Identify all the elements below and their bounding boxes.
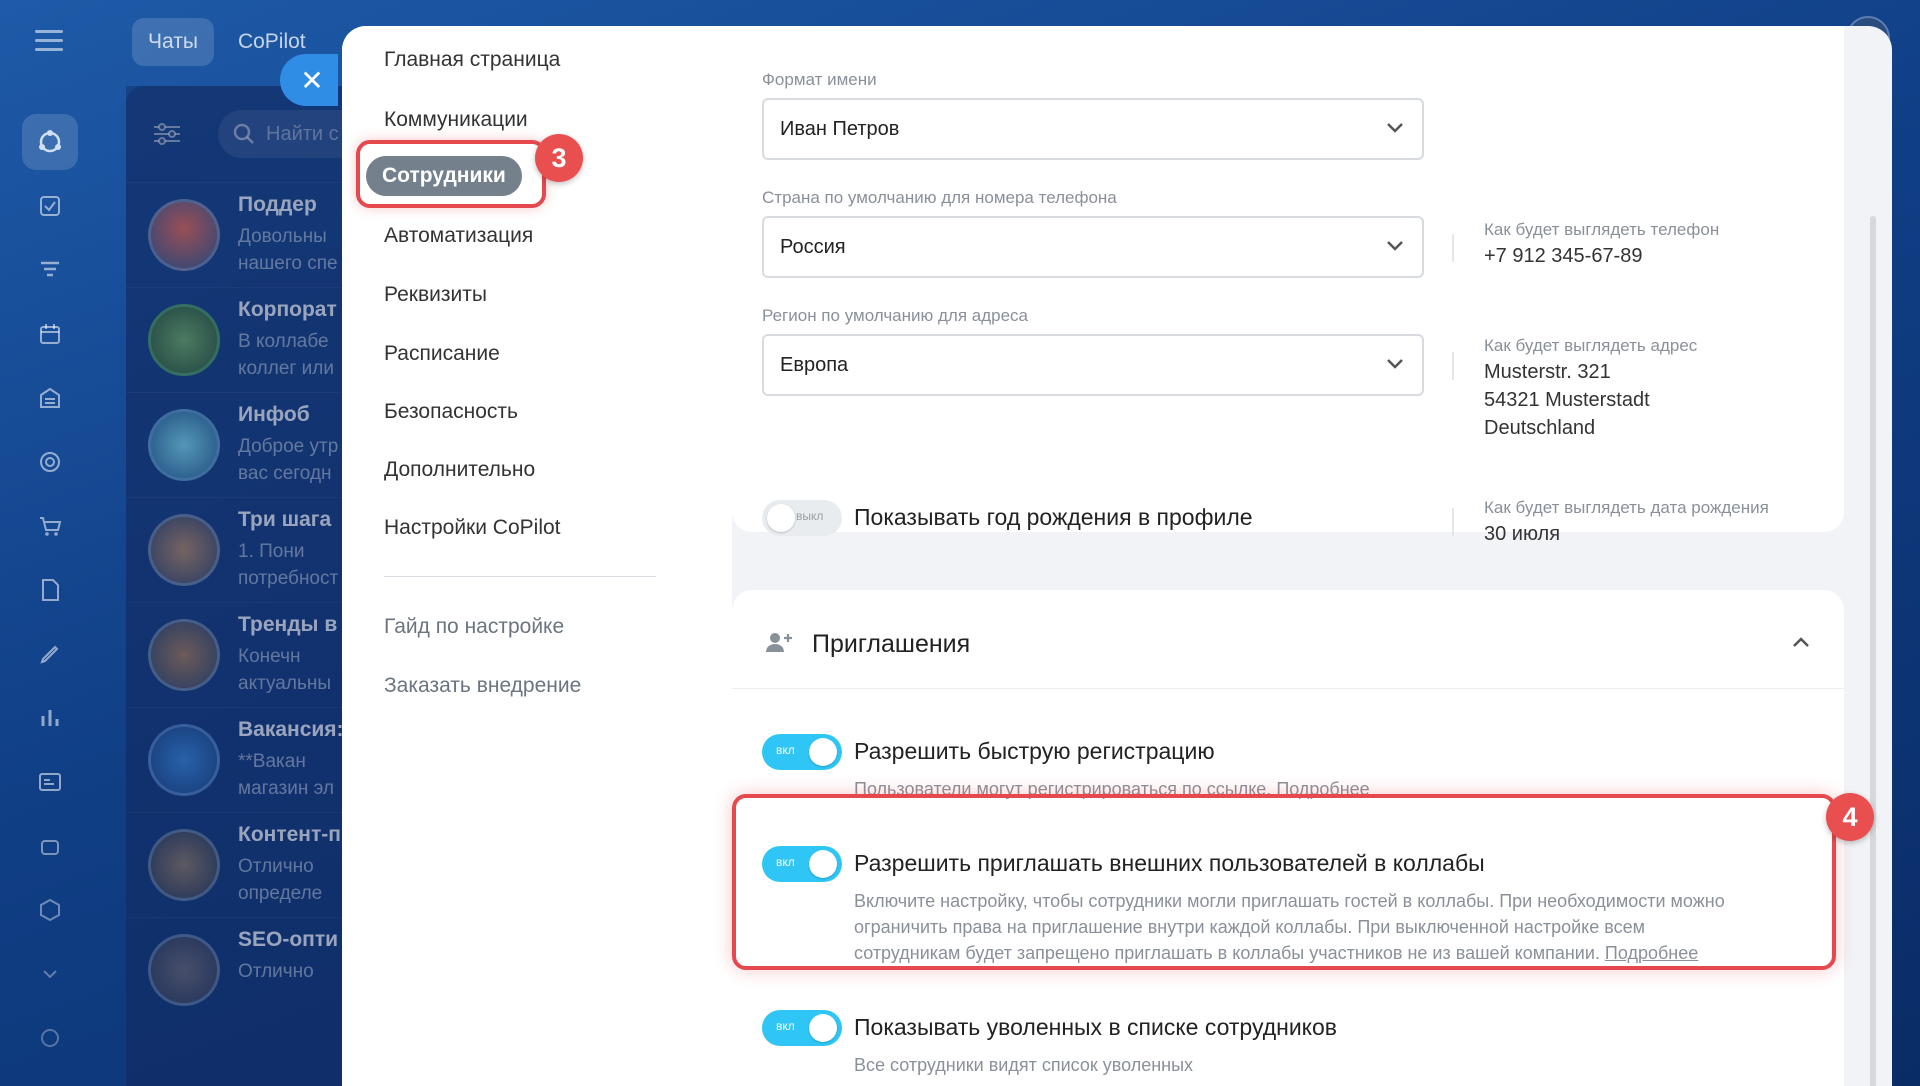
birthday-preview-value: 30 июля	[1484, 523, 1561, 545]
nav-copilot-settings[interactable]: Настройки CoPilot	[384, 516, 561, 540]
crm-rail-icon[interactable]	[22, 242, 78, 298]
cart-rail-icon[interactable]	[22, 498, 78, 554]
show-dismissed-toggle[interactable]: вкл	[762, 1010, 842, 1046]
hamburger-menu-icon[interactable]	[35, 30, 63, 52]
chevron-down-icon	[1387, 241, 1403, 251]
address-preview-line2: 54321 Musterstadt	[1484, 389, 1650, 411]
name-format-select[interactable]: Иван Петров	[762, 98, 1424, 160]
phone-country-value: Россия	[780, 236, 846, 258]
show-dismissed-title: Показывать уволенных в списке сотруднико…	[854, 1014, 1337, 1040]
nav-divider	[384, 576, 656, 577]
step-badge-4: 4	[1826, 793, 1874, 841]
invitations-title: Приглашения	[812, 630, 971, 658]
analytics-rail-icon[interactable]	[22, 690, 78, 746]
birthday-preview-label: Как будет выглядеть дата рождения	[1484, 498, 1769, 517]
show-dismissed-desc: Все сотрудники видят список уволенных	[854, 1055, 1194, 1075]
highlight-frame-3	[356, 140, 546, 208]
nav-setup-guide[interactable]: Гайд по настройке	[384, 615, 564, 639]
address-region-value: Европа	[780, 354, 849, 376]
contacts-rail-icon[interactable]	[22, 754, 78, 810]
name-format-label: Формат имени	[762, 70, 877, 89]
step-badge-3: 3	[535, 134, 583, 182]
divider	[1452, 352, 1454, 380]
chevron-down-icon	[1387, 359, 1403, 369]
nav-requisites[interactable]: Реквизиты	[384, 283, 487, 307]
divider	[1452, 508, 1454, 536]
phone-preview-value: +7 912 345-67-89	[1484, 245, 1643, 267]
left-rail	[0, 0, 100, 1086]
address-preview-label: Как будет выглядеть адрес	[1484, 336, 1698, 355]
store-rail-icon[interactable]	[22, 370, 78, 426]
quick-registration-toggle[interactable]: вкл	[762, 734, 842, 770]
address-preview-line1: Musterstr. 321	[1484, 361, 1611, 383]
chevron-up-icon[interactable]	[1792, 636, 1810, 648]
birthday-option-title: Показывать год рождения в профиле	[854, 504, 1253, 530]
close-icon: ✕	[300, 64, 324, 96]
highlight-frame-4	[732, 794, 1836, 970]
general-settings-card: Формат имени Иван Петров Страна по умолч…	[732, 26, 1844, 545]
docs-rail-icon[interactable]	[22, 562, 78, 618]
address-region-select[interactable]: Европа	[762, 334, 1424, 396]
quick-registration-title: Разрешить быструю регистрацию	[854, 738, 1215, 764]
phone-country-label: Страна по умолчанию для номера телефона	[762, 188, 1117, 207]
address-preview-line3: Deutschland	[1484, 417, 1596, 439]
address-region-label: Регион по умолчанию для адреса	[762, 306, 1028, 325]
toggle-state: вкл	[776, 1019, 795, 1033]
tab-chats[interactable]: Чаты	[132, 18, 214, 66]
sign-rail-icon[interactable]	[22, 626, 78, 682]
nav-order-implementation[interactable]: Заказать внедрение	[384, 674, 581, 698]
toggle-state: вкл	[776, 743, 795, 757]
more-chevron-icon[interactable]	[22, 946, 78, 1002]
tasks-rail-icon[interactable]	[22, 178, 78, 234]
overlay-shade	[126, 86, 366, 1086]
nav-security[interactable]: Безопасность	[384, 400, 518, 424]
chevron-down-icon	[1387, 123, 1403, 133]
settings-rail-icon[interactable]	[22, 1010, 78, 1066]
add-user-icon	[766, 633, 792, 652]
nav-communications[interactable]: Коммуникации	[384, 108, 528, 132]
robot-rail-icon[interactable]	[22, 818, 78, 874]
nav-additional[interactable]: Дополнительно	[384, 458, 535, 482]
box-rail-icon[interactable]	[22, 882, 78, 938]
nav-automation[interactable]: Автоматизация	[384, 224, 533, 248]
settings-nav: Главная страница Коммуникации Сотрудники…	[342, 26, 732, 1086]
divider	[1452, 234, 1454, 262]
chats-rail-icon[interactable]	[22, 114, 78, 170]
calendar-rail-icon[interactable]	[22, 306, 78, 362]
target-rail-icon[interactable]	[22, 434, 78, 490]
nav-home[interactable]: Главная страница	[384, 48, 560, 72]
toggle-state: выкл	[796, 509, 824, 523]
birthday-toggle[interactable]: выкл	[762, 500, 842, 536]
scrollbar[interactable]	[1870, 216, 1876, 1086]
name-format-value: Иван Петров	[780, 118, 900, 140]
close-button[interactable]: ✕	[280, 54, 338, 106]
phone-country-select[interactable]: Россия	[762, 216, 1424, 278]
section-divider	[732, 688, 1844, 689]
phone-preview-label: Как будет выглядеть телефон	[1484, 220, 1720, 239]
nav-schedule[interactable]: Расписание	[384, 342, 500, 366]
